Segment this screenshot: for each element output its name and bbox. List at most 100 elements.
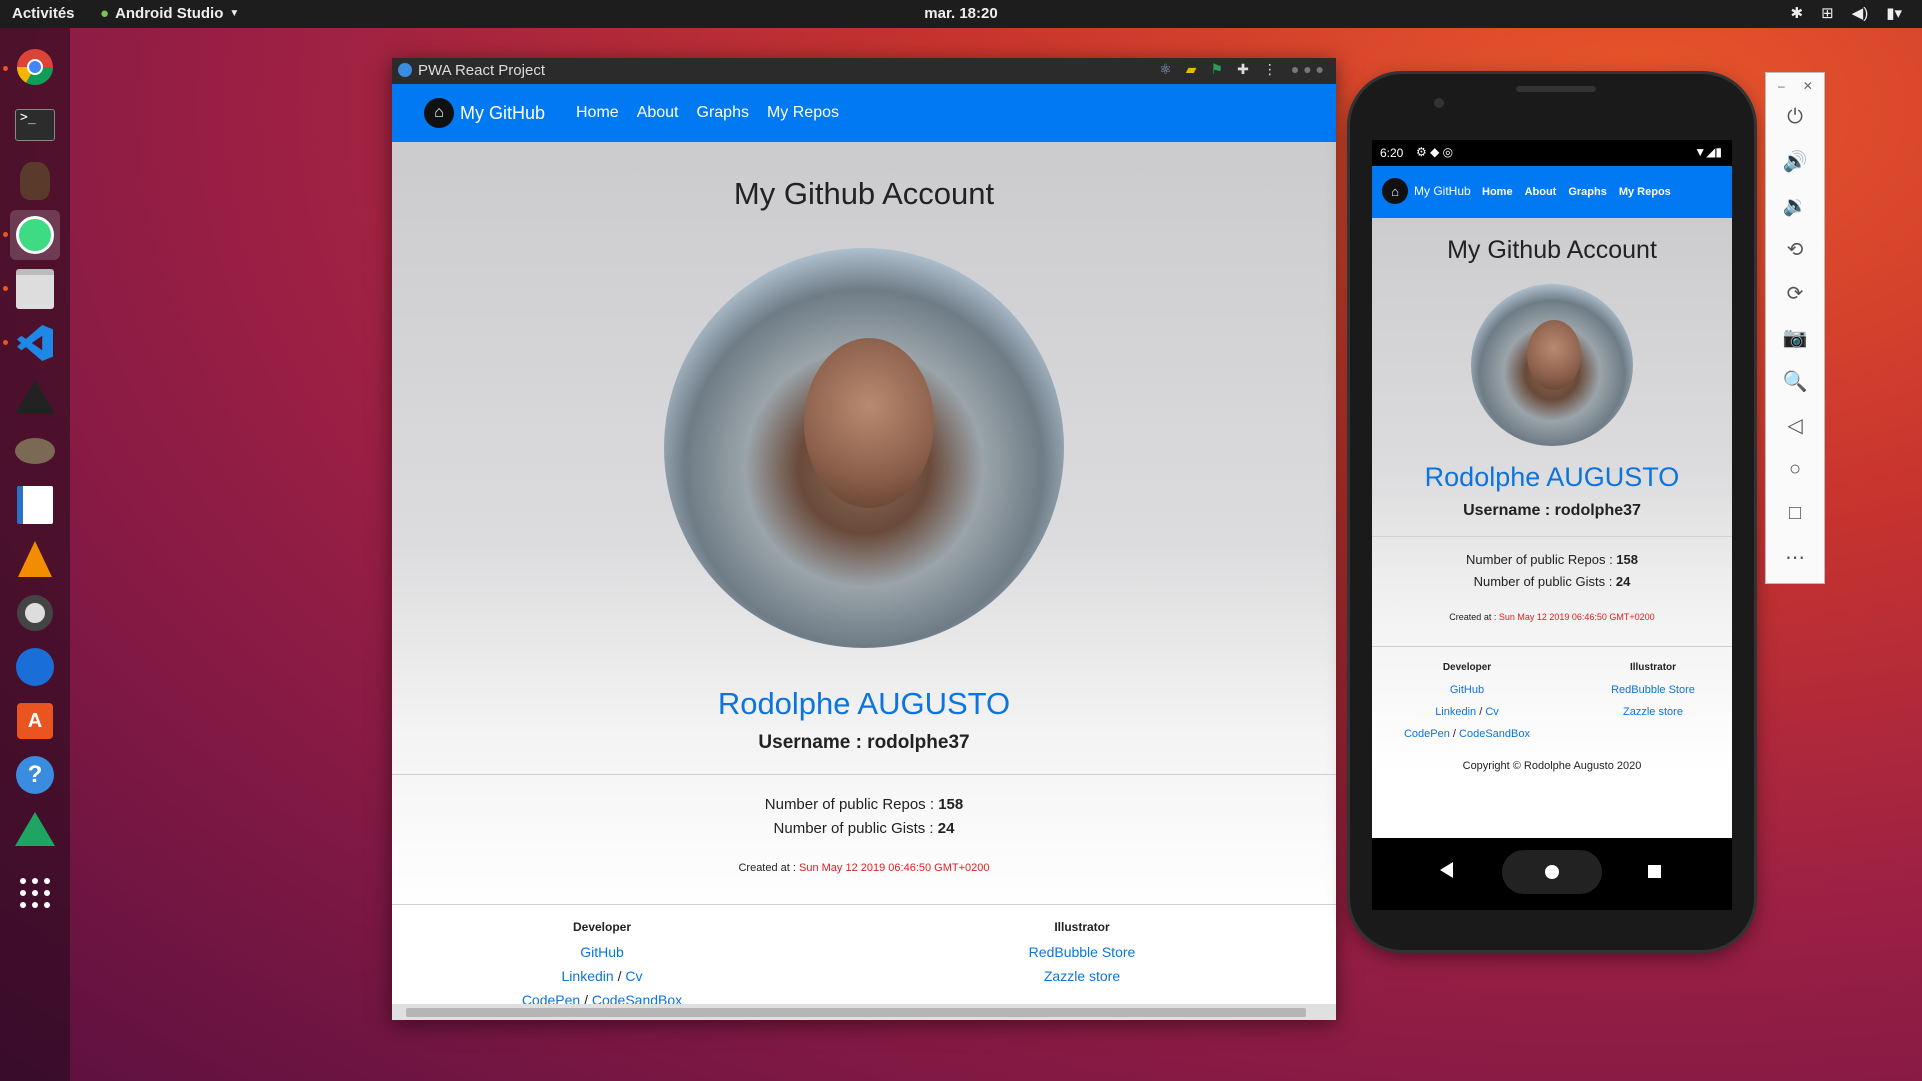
horizontal-scrollbar[interactable] [392,1004,1336,1020]
clock[interactable]: mar. 18:20 [0,5,1922,22]
codesandbox-link[interactable]: CodeSandBox [592,992,682,1004]
files-icon[interactable] [10,264,60,314]
nav-home[interactable]: Home [576,104,619,122]
system-tray[interactable]: ✱ ⊞ ◀) ▮▾ [1791,4,1902,22]
emulator-toolbar: – ✕ ⏻ 🔊 🔉 ⟲ ⟳ 📷 🔍 ◁ ○ □ ⋯ [1765,72,1825,584]
repos-label: Number of public Repos : [764,796,939,813]
phone-nav-graphs[interactable]: Graphs [1568,186,1607,198]
react-devtools-icon[interactable]: ⚛ [1159,61,1172,78]
codepen-link[interactable]: CodePen [522,992,580,1004]
nav-about[interactable]: About [637,104,679,122]
separator: / [1452,728,1456,740]
show-apps-icon[interactable] [10,868,60,918]
cv-link[interactable]: Cv [625,968,642,984]
camera-icon[interactable]: 📷 [1766,317,1824,357]
volume-down-icon[interactable]: 🔉 [1766,185,1824,225]
home-button[interactable] [1502,850,1602,894]
back-icon[interactable]: ◁ [1766,405,1824,445]
beaver-icon[interactable] [10,156,60,206]
volume-icon[interactable]: ◀) [1852,4,1869,22]
cv-link[interactable]: Cv [1485,706,1498,718]
back-icon[interactable] [1440,862,1453,878]
avatar-face [1527,320,1581,390]
separator: / [1479,706,1483,718]
volume-up-icon[interactable]: 🔊 [1766,141,1824,181]
vscode-icon[interactable] [10,318,60,368]
scrollbar-thumb[interactable] [406,1008,1306,1017]
thunderbird-icon[interactable] [10,642,60,692]
rotate-left-icon[interactable]: ⟲ [1766,229,1824,269]
gimp-icon[interactable] [10,426,60,476]
repos-value: 158 [1616,552,1638,567]
phone-linkedin-cv-row: Linkedin / Cv [1392,706,1542,718]
phone-nav-my-repos[interactable]: My Repos [1619,186,1671,198]
battery-icon[interactable]: ▮▾ [1886,4,1902,22]
zazzle-link[interactable]: Zazzle store [992,968,1172,984]
running-indicator [3,232,8,237]
running-indicator [3,286,8,291]
more-icon[interactable]: ⋯ [1766,537,1824,577]
phone-brand-label: My GitHub [1414,184,1471,198]
chrome-icon[interactable] [10,42,60,92]
inkscape-icon[interactable] [10,372,60,422]
phone-public-gists-stat: Number of public Gists : 24 [1372,574,1732,589]
emulator-window-controls: – ✕ [1778,79,1813,93]
gists-label: Number of public Gists : [1473,574,1616,589]
rhythmbox-icon[interactable] [10,588,60,638]
app-menu[interactable]: ● Android Studio ▼ [100,5,239,22]
home-icon[interactable]: ○ [1766,449,1824,489]
gists-label: Number of public Gists : [773,820,938,837]
menu-icon[interactable]: ⋮ [1263,61,1277,78]
phone-emulator: 6:20 ⚙ ◆ ◎ ▼◢▮ ⌂ My GitHub Home About Gr… [1350,74,1754,950]
phone-nav-about[interactable]: About [1525,186,1557,198]
rotate-right-icon[interactable]: ⟳ [1766,273,1824,313]
nav-my-repos[interactable]: My Repos [767,104,839,122]
illustrator-heading: Illustrator [1054,920,1110,934]
phone-brand-link[interactable]: ⌂ My GitHub [1382,178,1471,204]
close-icon[interactable]: ✕ [1803,79,1813,93]
codesandbox-link[interactable]: CodeSandBox [1459,728,1530,740]
accessibility-icon[interactable]: ✱ [1791,4,1804,22]
phone-github-link[interactable]: GitHub [1412,684,1522,696]
flag-icon[interactable]: ⚑ [1211,61,1224,78]
software-icon[interactable]: A [10,696,60,746]
speaker-grille [1516,86,1596,92]
phone-codepen-codesandbox-row: CodePen / CodeSandBox [1372,728,1562,740]
github-link[interactable]: GitHub [532,944,672,960]
repos-value: 158 [938,796,964,813]
codepen-codesandbox-row: CodePen / CodeSandBox [472,992,732,1004]
github-icon: ⌂ [1382,178,1408,204]
android-studio-icon[interactable] [10,210,60,260]
minimize-icon[interactable]: – [1778,79,1785,93]
phone-redbubble-link[interactable]: RedBubble Store [1588,684,1718,696]
network-icon[interactable]: ⊞ [1821,4,1834,22]
google-drive-icon[interactable] [10,804,60,854]
linkedin-link[interactable]: Linkedin [562,968,614,984]
phone-nav-home[interactable]: Home [1482,186,1513,198]
zoom-icon[interactable]: 🔍 [1766,361,1824,401]
page-content: ⌂ My GitHub Home About Graphs My Repos M… [392,84,1336,1004]
help-icon[interactable]: ? [10,750,60,800]
power-icon[interactable]: ⏻ [1766,97,1824,137]
overview-icon[interactable]: □ [1766,493,1824,533]
phone-zazzle-link[interactable]: Zazzle store [1588,706,1718,718]
phone-developer-heading: Developer [1442,662,1492,673]
phone-nav-bar [1372,838,1732,910]
brand-link[interactable]: ⌂ My GitHub [424,98,545,128]
public-gists-stat: Number of public Gists : 24 [392,820,1336,837]
signal-battery-icon: ▼◢▮ [1694,145,1722,159]
activities-button[interactable]: Activités [12,5,75,22]
redbubble-link[interactable]: RedBubble Store [992,944,1172,960]
profile-username: Username : rodolphe37 [758,732,970,753]
codepen-link[interactable]: CodePen [1404,728,1450,740]
window-titlebar[interactable]: PWA React Project ⚛ ▰ ⚑ ✚ ⋮ ● ● ● [392,58,1336,84]
nav-graphs[interactable]: Graphs [697,104,749,122]
recents-icon[interactable] [1648,865,1661,878]
window-controls-icon[interactable]: ● ● ● [1291,61,1324,78]
puzzle-icon[interactable]: ✚ [1237,61,1249,78]
extension-icon[interactable]: ▰ [1186,61,1197,78]
terminal-icon[interactable]: >_ [10,100,60,150]
linkedin-link[interactable]: Linkedin [1435,706,1476,718]
writer-icon[interactable] [10,480,60,530]
vlc-icon[interactable] [10,534,60,584]
